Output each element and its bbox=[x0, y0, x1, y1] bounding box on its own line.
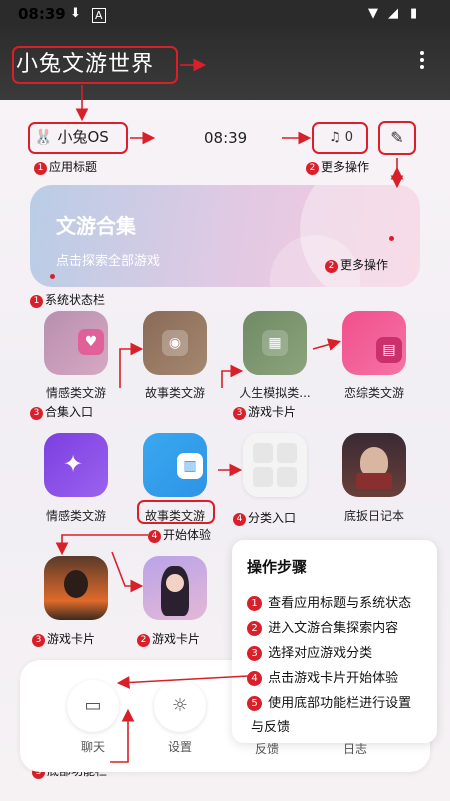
annotation-arrows bbox=[55, 58, 404, 763]
